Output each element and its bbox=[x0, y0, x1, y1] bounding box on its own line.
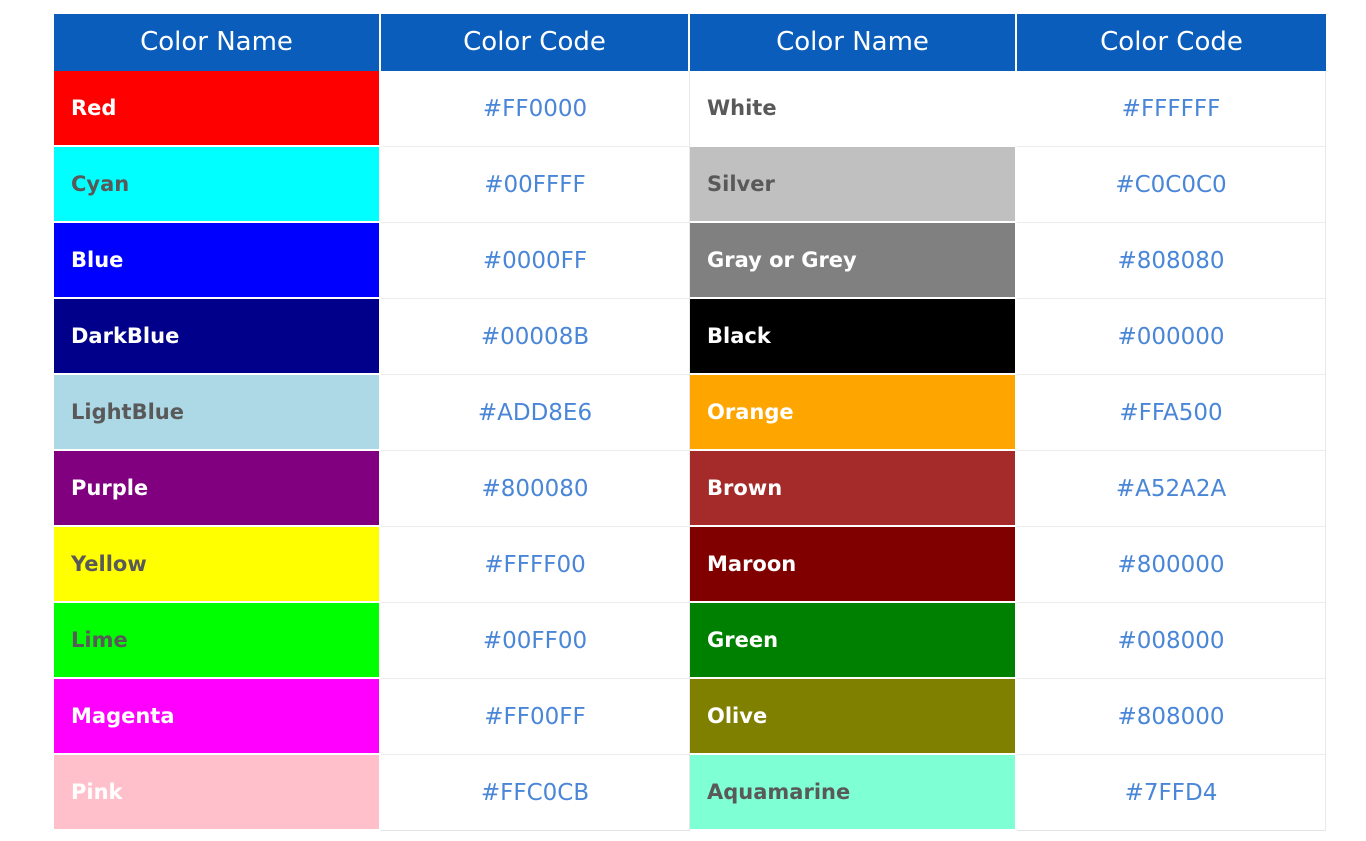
table-row: Red #FF0000 White #FFFFFF bbox=[54, 71, 1326, 147]
color-swatch-cell: Aquamarine bbox=[690, 755, 1017, 831]
table-row: Lime #00FF00 Green #008000 bbox=[54, 603, 1326, 679]
color-code-cell: #808080 bbox=[1017, 223, 1326, 299]
color-swatch-cell: LightBlue bbox=[54, 375, 381, 451]
color-code-cell: #ADD8E6 bbox=[381, 375, 690, 451]
color-code-cell: #FF0000 bbox=[381, 71, 690, 147]
color-code-cell: #FFC0CB bbox=[381, 755, 690, 831]
color-swatch-cell: Cyan bbox=[54, 147, 381, 223]
color-code-cell: #008000 bbox=[1017, 603, 1326, 679]
color-swatch-cell: Purple bbox=[54, 451, 381, 527]
color-code-cell: #7FFD4 bbox=[1017, 755, 1326, 831]
table-row: Blue #0000FF Gray or Grey #808080 bbox=[54, 223, 1326, 299]
color-code-cell: #FFFFFF bbox=[1017, 71, 1326, 147]
color-code-cell: #FF00FF bbox=[381, 679, 690, 755]
table-row: LightBlue #ADD8E6 Orange #FFA500 bbox=[54, 375, 1326, 451]
color-code-cell: #FFA500 bbox=[1017, 375, 1326, 451]
color-code-cell: #800080 bbox=[381, 451, 690, 527]
column-header-color-code-left: Color Code bbox=[381, 14, 690, 71]
color-swatch-cell: Black bbox=[690, 299, 1017, 375]
color-reference-table-container: Color Name Color Code Color Name Color C… bbox=[54, 14, 1326, 831]
color-swatch-cell: DarkBlue bbox=[54, 299, 381, 375]
color-swatch-cell: Green bbox=[690, 603, 1017, 679]
table-body: Red #FF0000 White #FFFFFF Cyan #00FFFF Silver #… bbox=[54, 71, 1326, 831]
color-swatch-cell: Yellow bbox=[54, 527, 381, 603]
color-code-cell: #808000 bbox=[1017, 679, 1326, 755]
color-swatch-cell: Magenta bbox=[54, 679, 381, 755]
table-row: Purple #800080 Brown #A52A2A bbox=[54, 451, 1326, 527]
color-swatch-cell: Lime bbox=[54, 603, 381, 679]
color-reference-table: Color Name Color Code Color Name Color C… bbox=[54, 14, 1326, 831]
column-header-color-name-left: Color Name bbox=[54, 14, 381, 71]
table-row: Pink #FFC0CB Aquamarine #7FFD4 bbox=[54, 755, 1326, 831]
color-swatch-cell: Brown bbox=[690, 451, 1017, 527]
table-header: Color Name Color Code Color Name Color C… bbox=[54, 14, 1326, 71]
color-code-cell: #00FF00 bbox=[381, 603, 690, 679]
color-code-cell: #FFFF00 bbox=[381, 527, 690, 603]
color-swatch-cell: Maroon bbox=[690, 527, 1017, 603]
color-code-cell: #00008B bbox=[381, 299, 690, 375]
color-swatch-cell: White bbox=[690, 71, 1017, 147]
color-code-cell: #000000 bbox=[1017, 299, 1326, 375]
table-row: Yellow #FFFF00 Maroon #800000 bbox=[54, 527, 1326, 603]
table-row: Magenta #FF00FF Olive #808000 bbox=[54, 679, 1326, 755]
color-swatch-cell: Olive bbox=[690, 679, 1017, 755]
color-swatch-cell: Blue bbox=[54, 223, 381, 299]
color-swatch-cell: Red bbox=[54, 71, 381, 147]
color-code-cell: #C0C0C0 bbox=[1017, 147, 1326, 223]
color-code-cell: #A52A2A bbox=[1017, 451, 1326, 527]
color-swatch-cell: Silver bbox=[690, 147, 1017, 223]
color-swatch-cell: Orange bbox=[690, 375, 1017, 451]
color-swatch-cell: Gray or Grey bbox=[690, 223, 1017, 299]
color-swatch-cell: Pink bbox=[54, 755, 381, 831]
color-code-cell: #800000 bbox=[1017, 527, 1326, 603]
color-code-cell: #00FFFF bbox=[381, 147, 690, 223]
column-header-color-name-right: Color Name bbox=[690, 14, 1017, 71]
table-row: Cyan #00FFFF Silver #C0C0C0 bbox=[54, 147, 1326, 223]
table-row: DarkBlue #00008B Black #000000 bbox=[54, 299, 1326, 375]
column-header-color-code-right: Color Code bbox=[1017, 14, 1326, 71]
header-row: Color Name Color Code Color Name Color C… bbox=[54, 14, 1326, 71]
color-code-cell: #0000FF bbox=[381, 223, 690, 299]
